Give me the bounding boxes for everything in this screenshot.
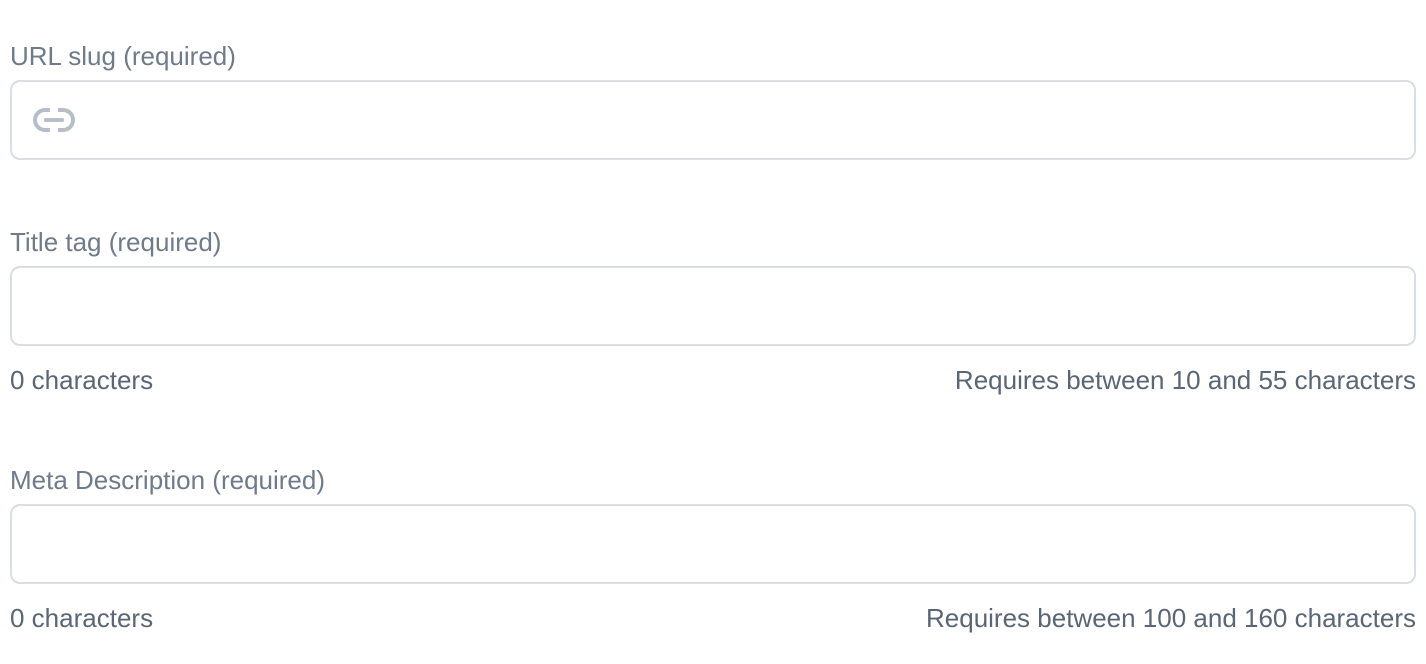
meta-description-requirement: Requires between 100 and 160 characters <box>926 603 1416 633</box>
title-tag-requirement: Requires between 10 and 55 characters <box>954 365 1416 395</box>
meta-description-field: Meta Description (required) 0 characters… <box>10 464 1416 634</box>
link-icon <box>32 106 76 134</box>
title-tag-character-count: 0 characters <box>10 365 154 395</box>
meta-description-helper-row: 0 characters Requires between 100 and 16… <box>10 602 1416 634</box>
meta-description-character-count: 0 characters <box>10 603 154 633</box>
meta-description-input-box[interactable] <box>10 504 1416 584</box>
title-tag-input-box[interactable] <box>10 266 1416 346</box>
seo-settings-form: URL slug (required) Title tag (required)… <box>0 0 1426 664</box>
url-slug-field: URL slug (required) <box>10 40 1416 160</box>
url-slug-label: URL slug (required) <box>10 41 236 71</box>
title-tag-label: Title tag (required) <box>10 227 222 257</box>
meta-description-label: Meta Description (required) <box>10 465 326 495</box>
title-tag-input[interactable] <box>32 267 1394 345</box>
url-slug-input-box[interactable] <box>10 80 1416 160</box>
title-tag-field: Title tag (required) 0 characters Requir… <box>10 226 1416 396</box>
title-tag-helper-row: 0 characters Requires between 10 and 55 … <box>10 364 1416 396</box>
meta-description-input[interactable] <box>32 505 1394 583</box>
url-slug-input[interactable] <box>84 81 1394 159</box>
